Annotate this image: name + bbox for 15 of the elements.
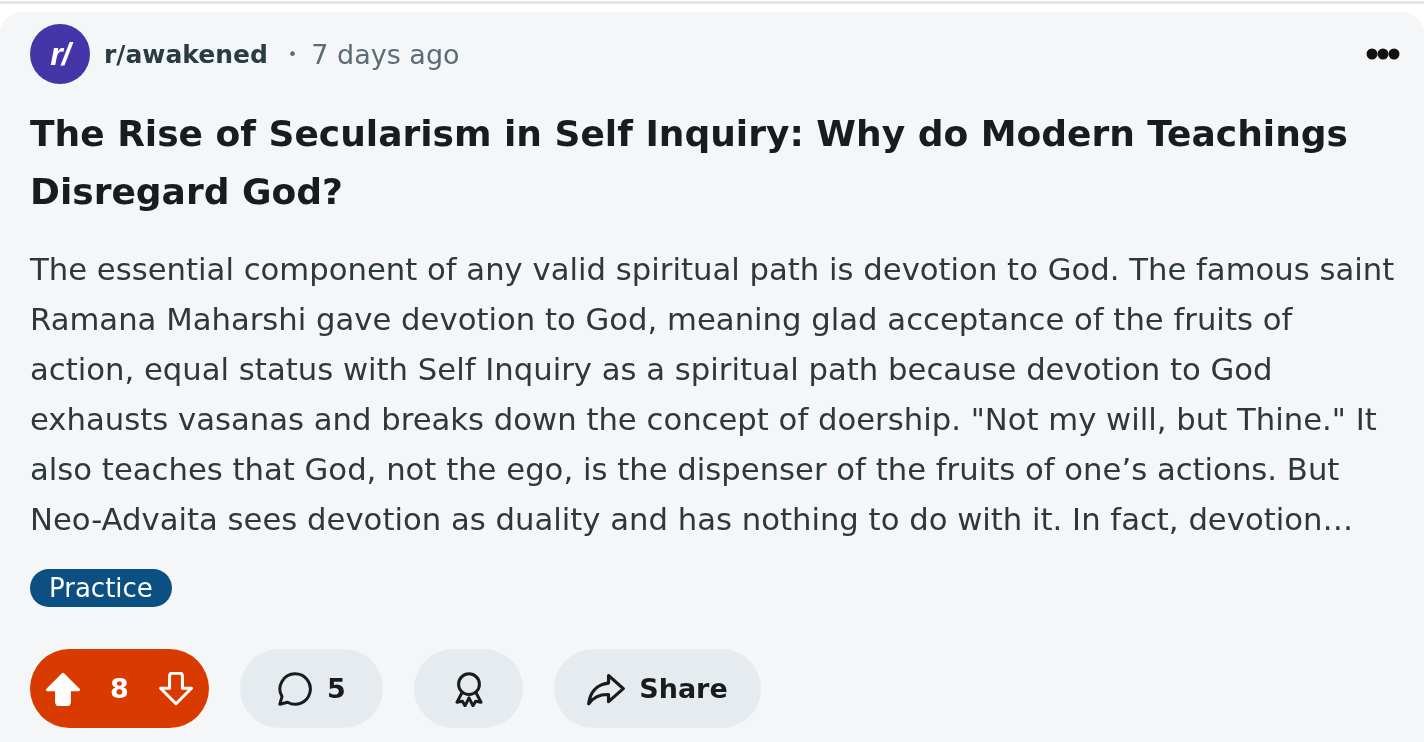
downvote-arrow-icon[interactable] [159,671,193,706]
post-time: 7 days ago [311,38,460,70]
subreddit-name[interactable]: r/awakened [104,39,268,69]
share-button[interactable]: Share [554,649,761,728]
vote-score: 8 [110,673,129,704]
speech-bubble-icon [277,670,314,707]
community-avatar: r/ [30,24,90,84]
upvote-arrow-icon[interactable] [46,671,80,706]
post-body: The essential component of any valid spiritual path is devotion to God. The famous saint Ramana Maharshi gave devotion to God, meaning glad acceptance of the fruits of action, equal status with Self Inquiry as a spiritual path because devotion to God exhausts vasanas and breaks down the concept of doership. "Not my will, but Thine." It also teaches that God, not the ego, is the dispenser of the fruits of one’s actions. But Neo-Advaita sees devotion as duality and has nothing to do with it. In fact, devotion… [30,251,1396,539]
flair-tag[interactable]: Practice [30,569,172,607]
separator-dot: • [287,44,298,64]
post-title[interactable]: The Rise of Secularism in Self Inquiry: Why do Modern Teachings Disregard God? [30,105,1400,221]
more-icon [1366,48,1400,60]
comments-button[interactable]: 5 [240,649,383,728]
more-button[interactable] [1366,48,1400,60]
